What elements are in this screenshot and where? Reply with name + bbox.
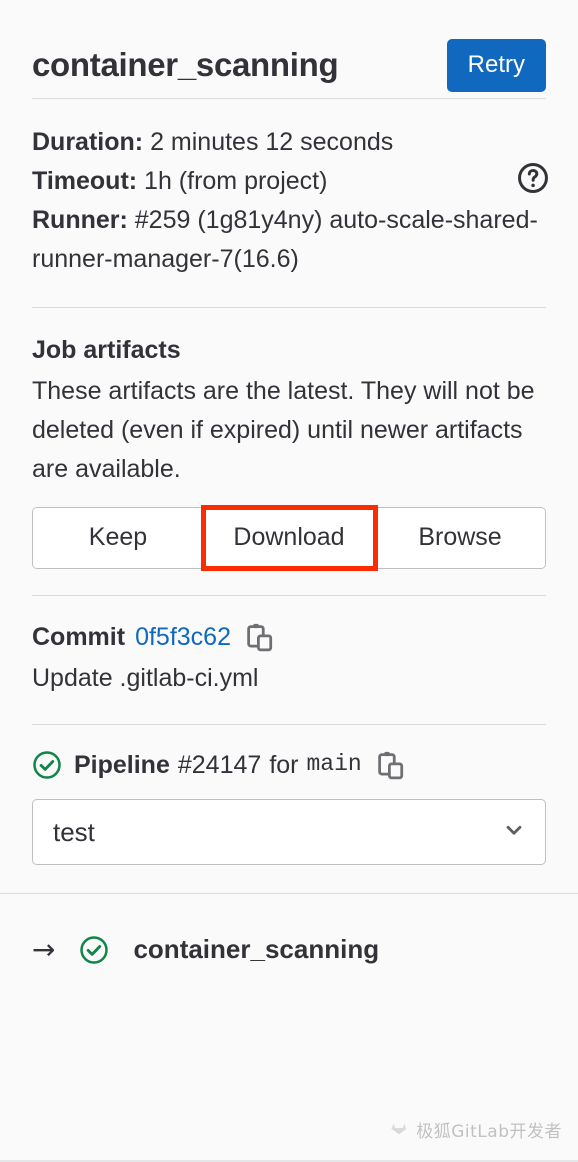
commit-message: Update .gitlab-ci.yml — [32, 663, 259, 692]
pipeline-for-text: for — [269, 750, 299, 779]
job-list-item-name: container_scanning — [133, 934, 380, 964]
chevron-down-icon — [501, 817, 527, 848]
duration-row: Duration: 2 minutes 12 seconds — [32, 123, 546, 162]
duration-label: Duration: — [32, 128, 144, 156]
page-title: container_scanning — [32, 46, 339, 84]
timeout-row: Timeout: 1h (from project) — [32, 162, 546, 201]
commit-section: Commit 0f5f3c62 Update .gitlab-ci.yml — [0, 596, 578, 696]
pipeline-number[interactable]: #24147 — [178, 749, 261, 782]
stage-select-value: test — [53, 816, 95, 847]
fox-logo-icon — [389, 1118, 409, 1141]
runner-row: Runner: #259 (1g81y4ny) auto-scale-share… — [32, 201, 546, 279]
watermark-text: 极狐GitLab开发者 — [416, 1122, 562, 1142]
copy-to-clipboard-icon[interactable] — [247, 622, 273, 652]
browse-artifacts-button[interactable]: Browse — [375, 507, 545, 568]
pipeline-ref[interactable]: main — [307, 750, 362, 780]
timeout-label: Timeout: — [32, 167, 138, 195]
retry-button[interactable]: Retry — [446, 38, 546, 92]
commit-row: Commit 0f5f3c62 — [32, 620, 546, 655]
timeout-value: 1h (from project) — [144, 167, 328, 195]
job-artifacts-section: Job artifacts These artifacts are the la… — [0, 308, 578, 571]
job-details: Duration: 2 minutes 12 seconds Timeout: … — [0, 99, 578, 279]
artifacts-title: Job artifacts — [32, 336, 181, 364]
artifacts-button-group: Keep Download Browse — [32, 504, 546, 571]
duration-value: 2 minutes 12 seconds — [150, 128, 394, 156]
job-sidebar: container_scanning Retry Duration: 2 min… — [0, 0, 578, 1162]
artifacts-description: These artifacts are the latest. They wil… — [32, 376, 535, 483]
keep-artifacts-button[interactable]: Keep — [33, 507, 204, 568]
download-artifacts-button[interactable]: Download — [201, 504, 378, 571]
job-header: container_scanning Retry — [0, 0, 578, 98]
watermark: 极狐GitLab开发者 — [389, 1117, 562, 1142]
question-circle-icon[interactable] — [516, 161, 550, 195]
commit-sha-link[interactable]: 0f5f3c62 — [135, 620, 231, 655]
stage-jobs-list: → container_scanning — [0, 894, 578, 965]
status-success-icon — [32, 750, 62, 780]
pipeline-label: Pipeline — [74, 750, 170, 779]
job-list-item[interactable]: → container_scanning — [32, 934, 546, 965]
runner-label: Runner: — [32, 206, 128, 234]
pipeline-row: Pipeline #24147 for main — [32, 749, 546, 782]
status-success-icon — [79, 935, 109, 965]
commit-label: Commit — [32, 622, 126, 651]
arrow-right-icon: → — [32, 932, 56, 966]
copy-to-clipboard-icon[interactable] — [377, 750, 404, 780]
pipeline-section: Pipeline #24147 for main test — [0, 725, 578, 865]
stage-select[interactable]: test — [32, 799, 546, 865]
